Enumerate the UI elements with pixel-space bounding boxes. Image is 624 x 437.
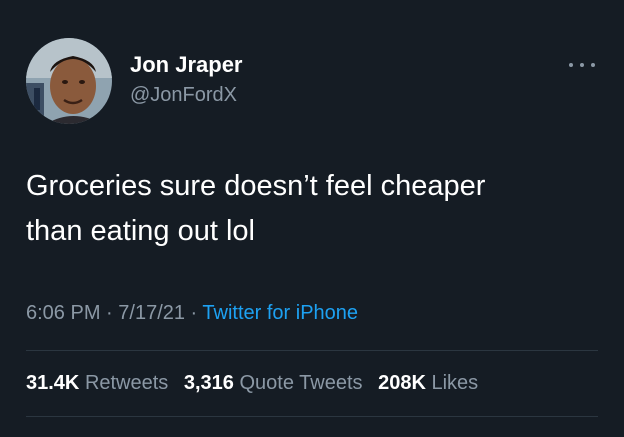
more-dot xyxy=(569,63,573,67)
quote-tweets-stat[interactable]: 3,316 Quote Tweets xyxy=(184,372,363,394)
quote-tweets-label: Quote Tweets xyxy=(239,372,363,394)
tweet-meta: 6:06 PM · 7/17/21 · Twitter for iPhone xyxy=(26,302,358,325)
more-dot xyxy=(591,63,595,67)
meta-separator: · xyxy=(100,302,119,324)
likes-stat[interactable]: 208K Likes xyxy=(378,372,478,394)
divider xyxy=(26,416,598,417)
author-handle[interactable]: @JonFordX xyxy=(130,84,237,107)
more-dot xyxy=(580,63,584,67)
tweet-time[interactable]: 6:06 PM xyxy=(26,302,100,324)
tweet-text-line: than eating out lol xyxy=(26,215,255,247)
divider xyxy=(26,350,598,351)
tweet-date[interactable]: 7/17/21 xyxy=(118,302,185,324)
likes-label: Likes xyxy=(431,372,479,394)
tweet-card: Jon Jraper @JonFordX Groceries sure does… xyxy=(0,0,624,437)
tweet-text: Groceries sure doesn’t feel cheaper than… xyxy=(26,164,606,254)
meta-separator: · xyxy=(185,302,203,324)
avatar-photo xyxy=(26,38,112,124)
retweets-count: 31.4K xyxy=(26,372,80,394)
retweets-label: Retweets xyxy=(84,372,169,394)
quote-tweets-count: 3,316 xyxy=(183,372,234,394)
retweets-stat[interactable]: 31.4K Retweets xyxy=(26,372,168,394)
tweet-source-link[interactable]: Twitter for iPhone xyxy=(202,302,358,324)
likes-count: 208K xyxy=(378,372,426,394)
more-horizontal-icon[interactable] xyxy=(569,58,595,72)
tweet-stats: 31.4K Retweets 3,316 Quote Tweets 208K L… xyxy=(26,372,488,395)
avatar[interactable] xyxy=(26,38,112,124)
tweet-text-line: Groceries sure doesn’t feel cheaper xyxy=(26,170,486,202)
author-name[interactable]: Jon Jraper xyxy=(130,52,243,78)
